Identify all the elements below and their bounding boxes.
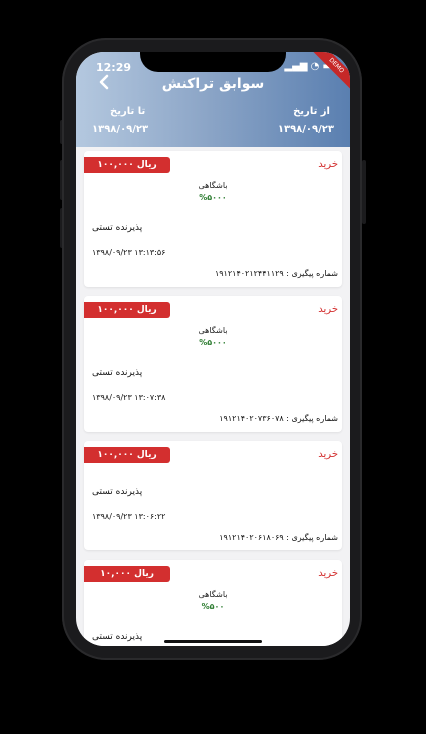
tracking-number: شماره پیگیری : ۱۹۱۲۱۴۰۲۰۶۱۸۰۶۹: [219, 533, 338, 542]
merchant-name: پذیرنده تستی: [92, 368, 143, 378]
tracking-number: شماره پیگیری : ۱۹۱۲۱۴۰۲۱۲۴۴۱۱۲۹: [214, 269, 338, 278]
amount-badge: ۱۰۰,۰۰۰ ریال: [84, 447, 170, 463]
from-date-value[interactable]: ۱۳۹۸/۰۹/۲۳: [278, 124, 334, 135]
notch: [140, 52, 286, 72]
to-date-label: تا تاریخ: [110, 106, 146, 117]
transaction-datetime: ۱۳۹۸/۰۹/۲۳ ۱۳:۰۶:۲۲: [92, 512, 166, 521]
to-date-value[interactable]: ۱۳۹۸/۰۹/۲۳: [92, 124, 148, 135]
app-screen: 12:29 ▂▄▆ ◔ ▬ DEMO سوابق تراکنش از تاریخ…: [76, 52, 350, 646]
transaction-card[interactable]: ۱۰,۰۰۰ ریال خرید باشگاهی %۵۰۰ پذیرنده تس…: [84, 560, 342, 646]
status-time: 12:29: [96, 61, 132, 74]
transaction-list[interactable]: ۱۰۰,۰۰۰ ریال خرید باشگاهی %۵۰۰۰ پذیرنده …: [76, 147, 350, 646]
club-percent: %۵۰۰: [201, 602, 225, 611]
club-percent: %۵۰۰۰: [199, 193, 227, 202]
transaction-type: خرید: [318, 568, 338, 579]
home-indicator[interactable]: [164, 640, 262, 643]
transaction-card[interactable]: ۱۰۰,۰۰۰ ریال خرید باشگاهی %۵۰۰۰ پذیرنده …: [84, 296, 342, 432]
amount-badge: ۱۰۰,۰۰۰ ریال: [84, 302, 170, 318]
amount-badge: ۱۰۰,۰۰۰ ریال: [84, 157, 170, 173]
power-button: [362, 160, 366, 224]
merchant-name: پذیرنده تستی: [92, 632, 143, 642]
page-title: سوابق تراکنش: [161, 76, 265, 92]
merchant-name: پذیرنده تستی: [92, 223, 143, 233]
transaction-card[interactable]: ۱۰۰,۰۰۰ ریال خرید پذیرنده تستی ۱۳۹۸/۰۹/۲…: [84, 441, 342, 550]
transaction-type: خرید: [318, 304, 338, 315]
transaction-type: خرید: [318, 159, 338, 170]
amount-badge: ۱۰,۰۰۰ ریال: [84, 566, 170, 582]
transaction-type: خرید: [318, 449, 338, 460]
club-label: باشگاهی: [198, 181, 228, 190]
header-bar: 12:29 ▂▄▆ ◔ ▬ DEMO سوابق تراکنش از تاریخ…: [76, 52, 350, 147]
transaction-datetime: ۱۳۹۸/۰۹/۲۳ ۱۳:۰۷:۳۸: [92, 393, 166, 402]
merchant-name: پذیرنده تستی: [92, 487, 143, 497]
club-label: باشگاهی: [198, 326, 228, 335]
club-percent: %۵۰۰۰: [199, 338, 227, 347]
transaction-datetime: ۱۳۹۸/۰۹/۲۳ ۱۳:۱۳:۵۶: [92, 248, 166, 257]
from-date-label: از تاریخ: [293, 106, 330, 117]
club-label: باشگاهی: [198, 590, 228, 599]
tracking-number: شماره پیگیری : ۱۹۱۲۱۴۰۲۰۷۳۶۰۷۸: [219, 414, 338, 423]
transaction-card[interactable]: ۱۰۰,۰۰۰ ریال خرید باشگاهی %۵۰۰۰ پذیرنده …: [84, 151, 342, 287]
